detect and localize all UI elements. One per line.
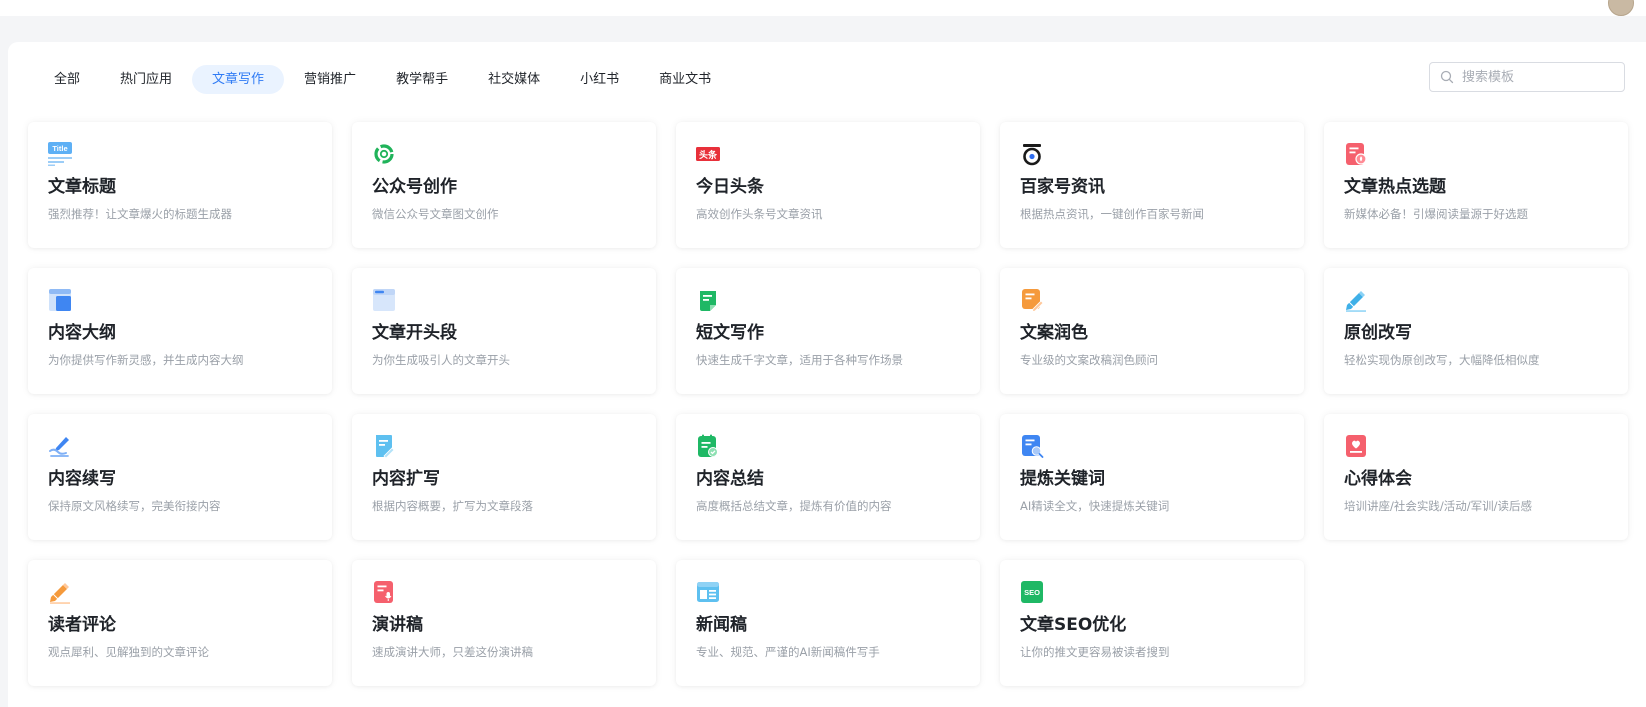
card-title: 今日头条 [696,177,764,197]
continue-writing-icon [49,437,69,457]
card-title: 内容总结 [696,469,764,489]
template-card-short-writing[interactable]: 短文写作 快速生成千字文章，适用于各种写作场景 [676,268,980,394]
card-description: 为你提供写作新灵感，并生成内容大纲 [48,353,244,367]
tab-marketing[interactable]: 营销推广 [284,65,376,94]
card-description: 快速生成千字文章，适用于各种写作场景 [696,353,903,367]
svg-text:Title: Title [52,144,67,153]
card-description: 让你的推文更容易被读者搜到 [1020,645,1170,659]
template-card-press-release[interactable]: 新闻稿 专业、规范、严谨的AI新闻稿件写手 [676,560,980,686]
seo-icon: SEO [1021,581,1043,603]
tab-social-media[interactable]: 社交媒体 [468,65,560,94]
card-title: 公众号创作 [372,177,457,197]
wechat-icon [374,144,394,164]
expand-writing-icon [376,435,395,458]
card-description: 速成演讲大师，只差这份演讲稿 [372,645,533,659]
template-card-polish[interactable]: 文案润色 专业级的文案改稿润色顾问 [1000,268,1304,394]
card-title: 提炼关键词 [1020,469,1105,489]
avatar[interactable] [1608,0,1634,16]
top-bar [0,0,1646,16]
card-description: 轻松实现伪原创改写，大幅降低相似度 [1344,353,1540,367]
opening-paragraph-icon [373,289,395,311]
card-title: 文案润色 [1020,323,1088,343]
card-title: 百家号资讯 [1020,177,1105,197]
card-title: 内容续写 [48,469,116,489]
polish-icon [1022,289,1044,312]
news-icon [697,582,719,602]
card-title: 原创改写 [1344,323,1412,343]
template-card-reflection[interactable]: 心得体会 培训讲座/社会实践/活动/军训/读后感 [1324,414,1628,540]
card-description: AI精读全文，快速提炼关键词 [1020,499,1170,513]
card-title: 文章开头段 [372,323,457,343]
template-grid: Title 文章标题 强烈推荐！让文章爆火的标题生成器 公众号创作 微信公众号文… [28,122,1628,686]
template-card-summary[interactable]: 内容总结 高度概括总结文章，提炼有价值的内容 [676,414,980,540]
card-description: 新媒体必备！引爆阅读量源于好选题 [1344,207,1528,221]
card-description: 为你生成吸引人的文章开头 [372,353,510,367]
speech-icon [374,581,393,603]
tab-all[interactable]: 全部 [34,65,100,94]
tab-xiaohongshu[interactable]: 小红书 [560,65,639,94]
card-description: 根据热点资讯，一键创作百家号新闻 [1020,207,1204,221]
card-title: 新闻稿 [696,615,747,635]
tab-teaching[interactable]: 教学帮手 [376,65,468,94]
card-description: 高度概括总结文章，提炼有价值的内容 [696,499,892,513]
svg-text:SEO: SEO [1024,588,1040,597]
card-title: 文章SEO优化 [1020,615,1127,635]
tab-article-writing[interactable]: 文章写作 [192,65,285,94]
template-card-seo[interactable]: SEO 文章SEO优化 让你的推文更容易被读者搜到 [1000,560,1304,686]
card-title: 短文写作 [696,323,764,343]
keyword-icon [1022,435,1044,458]
card-title: 文章标题 [48,177,116,197]
card-description: 根据内容概要，扩写为文章段落 [372,499,533,513]
search-box[interactable] [1429,62,1625,92]
outline-icon [49,289,71,311]
title-icon: Title [48,142,72,166]
card-title: 演讲稿 [372,615,423,635]
summary-icon [698,434,718,457]
template-card-original-rewrite[interactable]: 原创改写 轻松实现伪原创改写，大幅降低相似度 [1324,268,1628,394]
template-card-wechat-official[interactable]: 公众号创作 微信公众号文章图文创作 [352,122,656,248]
comment-pencil-icon [50,583,70,604]
template-card-expand-writing[interactable]: 内容扩写 根据内容概要，扩写为文章段落 [352,414,656,540]
template-card-speech[interactable]: 演讲稿 速成演讲大师，只差这份演讲稿 [352,560,656,686]
template-card-hot-topic[interactable]: 文章热点选题 新媒体必备！引爆阅读量源于好选题 [1324,122,1628,248]
card-title: 内容扩写 [372,469,440,489]
template-card-opening-paragraph[interactable]: 文章开头段 为你生成吸引人的文章开头 [352,268,656,394]
template-card-baijiahao[interactable]: 百家号资讯 根据热点资讯，一键创作百家号新闻 [1000,122,1304,248]
template-card-toutiao[interactable]: 头条 今日头条 高效创作头条号文章资讯 [676,122,980,248]
template-card-reader-comment[interactable]: 读者评论 观点犀利、见解独到的文章评论 [28,560,332,686]
card-description: 强烈推荐！让文章爆火的标题生成器 [48,207,232,221]
category-tabs: 全部 热门应用 文章写作 营销推广 教学帮手 社交媒体 小红书 商业文书 [34,65,731,94]
search-icon [1440,70,1454,84]
card-description: 保持原文风格续写，完美衔接内容 [48,499,221,513]
card-title: 文章热点选题 [1344,177,1446,197]
tab-business-docs[interactable]: 商业文书 [639,65,731,94]
card-title: 读者评论 [48,615,116,635]
card-description: 专业、规范、严谨的AI新闻稿件写手 [696,645,880,659]
card-description: 观点犀利、见解独到的文章评论 [48,645,209,659]
reflection-icon [1346,435,1366,457]
short-writing-icon [700,291,716,311]
card-description: 专业级的文案改稿润色顾问 [1020,353,1158,367]
card-description: 高效创作头条号文章资讯 [696,207,823,221]
card-title: 心得体会 [1344,469,1412,489]
template-card-article-title[interactable]: Title 文章标题 强烈推荐！让文章爆火的标题生成器 [28,122,332,248]
toutiao-icon: 头条 [696,147,720,161]
rewrite-pencil-icon [1346,291,1366,312]
svg-text:头条: 头条 [699,149,718,161]
template-card-outline[interactable]: 内容大纲 为你提供写作新灵感，并生成内容大纲 [28,268,332,394]
template-card-keywords[interactable]: 提炼关键词 AI精读全文，快速提炼关键词 [1000,414,1304,540]
search-input[interactable] [1460,68,1614,86]
template-card-continue-writing[interactable]: 内容续写 保持原文风格续写，完美衔接内容 [28,414,332,540]
tab-popular-apps[interactable]: 热门应用 [100,65,192,94]
card-description: 培训讲座/社会实践/活动/军训/读后感 [1344,499,1532,513]
card-title: 内容大纲 [48,323,116,343]
card-description: 微信公众号文章图文创作 [372,207,499,221]
baijiahao-icon [1023,144,1041,166]
hot-topic-icon [1346,143,1367,165]
